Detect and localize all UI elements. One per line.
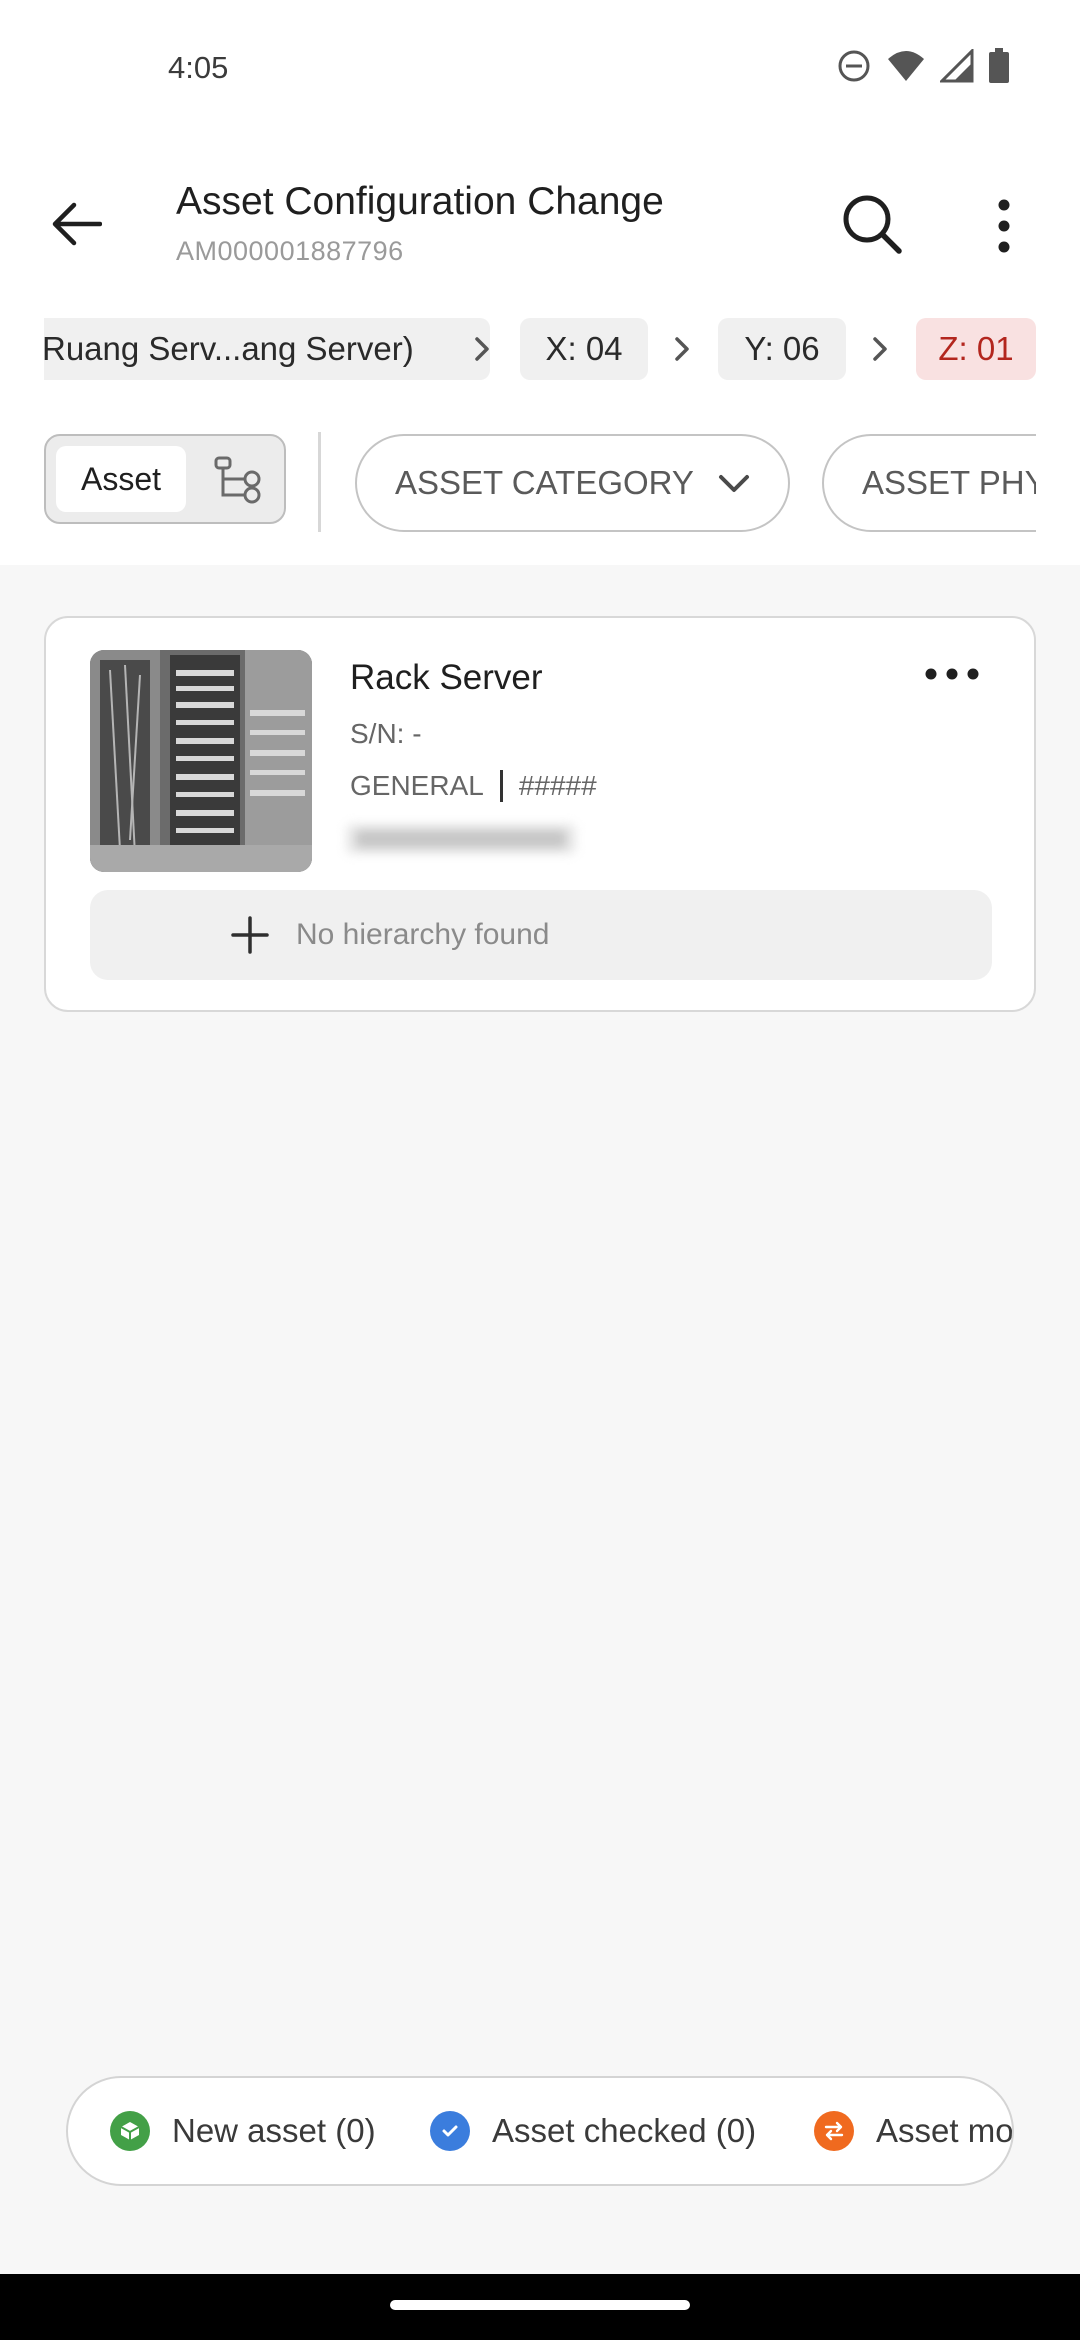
asset-type: GENERAL	[350, 770, 484, 801]
signal-icon	[938, 47, 974, 88]
arrow-left-icon	[52, 202, 102, 246]
card-more-button[interactable]	[916, 654, 988, 694]
home-indicator[interactable]	[390, 2300, 690, 2310]
legend-asset-checked[interactable]: Asset checked (0)	[430, 2078, 756, 2184]
legend-asset-checked-label: Asset checked (0)	[492, 2112, 757, 2149]
system-nav-bar	[0, 2274, 1080, 2340]
dnd-icon	[836, 48, 872, 89]
legend-asset-moved[interactable]: Asset mo	[814, 2078, 1014, 2184]
search-button[interactable]	[836, 188, 908, 260]
status-icons	[836, 47, 1010, 89]
add-hierarchy-button[interactable]: No hierarchy found	[90, 890, 992, 980]
more-vertical-icon	[998, 199, 1010, 253]
swap-icon	[814, 2111, 854, 2151]
breadcrumb-y[interactable]: Y: 06	[718, 318, 846, 380]
filter-chips: ASSET CATEGORY ASSET PHY	[0, 420, 1036, 550]
breadcrumb-z[interactable]: Z: 01	[916, 318, 1036, 380]
status-legend[interactable]: New asset (0) Asset checked (0) Asset mo	[66, 2076, 1014, 2186]
asset-physical-label: ASSET PHY	[862, 464, 1036, 501]
wifi-icon	[886, 49, 926, 88]
back-button[interactable]	[44, 192, 108, 256]
more-horizontal-icon	[925, 668, 979, 680]
asset-code: #####	[518, 770, 597, 801]
legend-new-asset-label: New asset (0)	[172, 2112, 376, 2149]
more-options-button[interactable]	[976, 190, 1032, 262]
legend-new-asset[interactable]: New asset (0)	[110, 2078, 376, 2184]
asset-meta: GENERAL #####	[350, 770, 597, 802]
asset-category-label: ASSET CATEGORY	[395, 464, 694, 501]
chevron-right-icon	[468, 335, 496, 363]
asset-name: Rack Server	[350, 658, 543, 697]
battery-icon	[988, 48, 1010, 89]
breadcrumb: Ruang Serv...ang Server) X: 04 Y: 06 Z: …	[44, 318, 1036, 380]
status-time: 4:05	[168, 50, 229, 85]
meta-separator	[499, 770, 503, 802]
asset-tag-blurred	[346, 816, 606, 862]
asset-serial: S/N: -	[350, 718, 422, 749]
plus-icon	[231, 916, 269, 954]
search-icon	[843, 195, 902, 254]
check-badge-icon	[430, 2111, 470, 2151]
asset-category-filter[interactable]: ASSET CATEGORY	[355, 434, 790, 532]
page-subtitle: AM000001887796	[176, 236, 404, 266]
legend-asset-moved-label: Asset mo	[876, 2112, 1014, 2149]
asset-card[interactable]: Rack Server S/N: - GENERAL ##### No hier…	[44, 616, 1036, 1012]
breadcrumb-x[interactable]: X: 04	[520, 318, 648, 380]
asset-physical-filter[interactable]: ASSET PHY	[822, 434, 1036, 532]
new-asset-icon	[110, 2111, 150, 2151]
page-title: Asset Configuration Change	[176, 180, 664, 223]
chevron-right-icon	[866, 335, 894, 363]
chevron-down-icon	[719, 475, 749, 492]
chevron-right-icon	[668, 335, 696, 363]
asset-thumbnail	[90, 650, 312, 872]
breadcrumb-location[interactable]: Ruang Serv...ang Server)	[44, 318, 490, 380]
hierarchy-empty-label: No hierarchy found	[296, 918, 550, 951]
